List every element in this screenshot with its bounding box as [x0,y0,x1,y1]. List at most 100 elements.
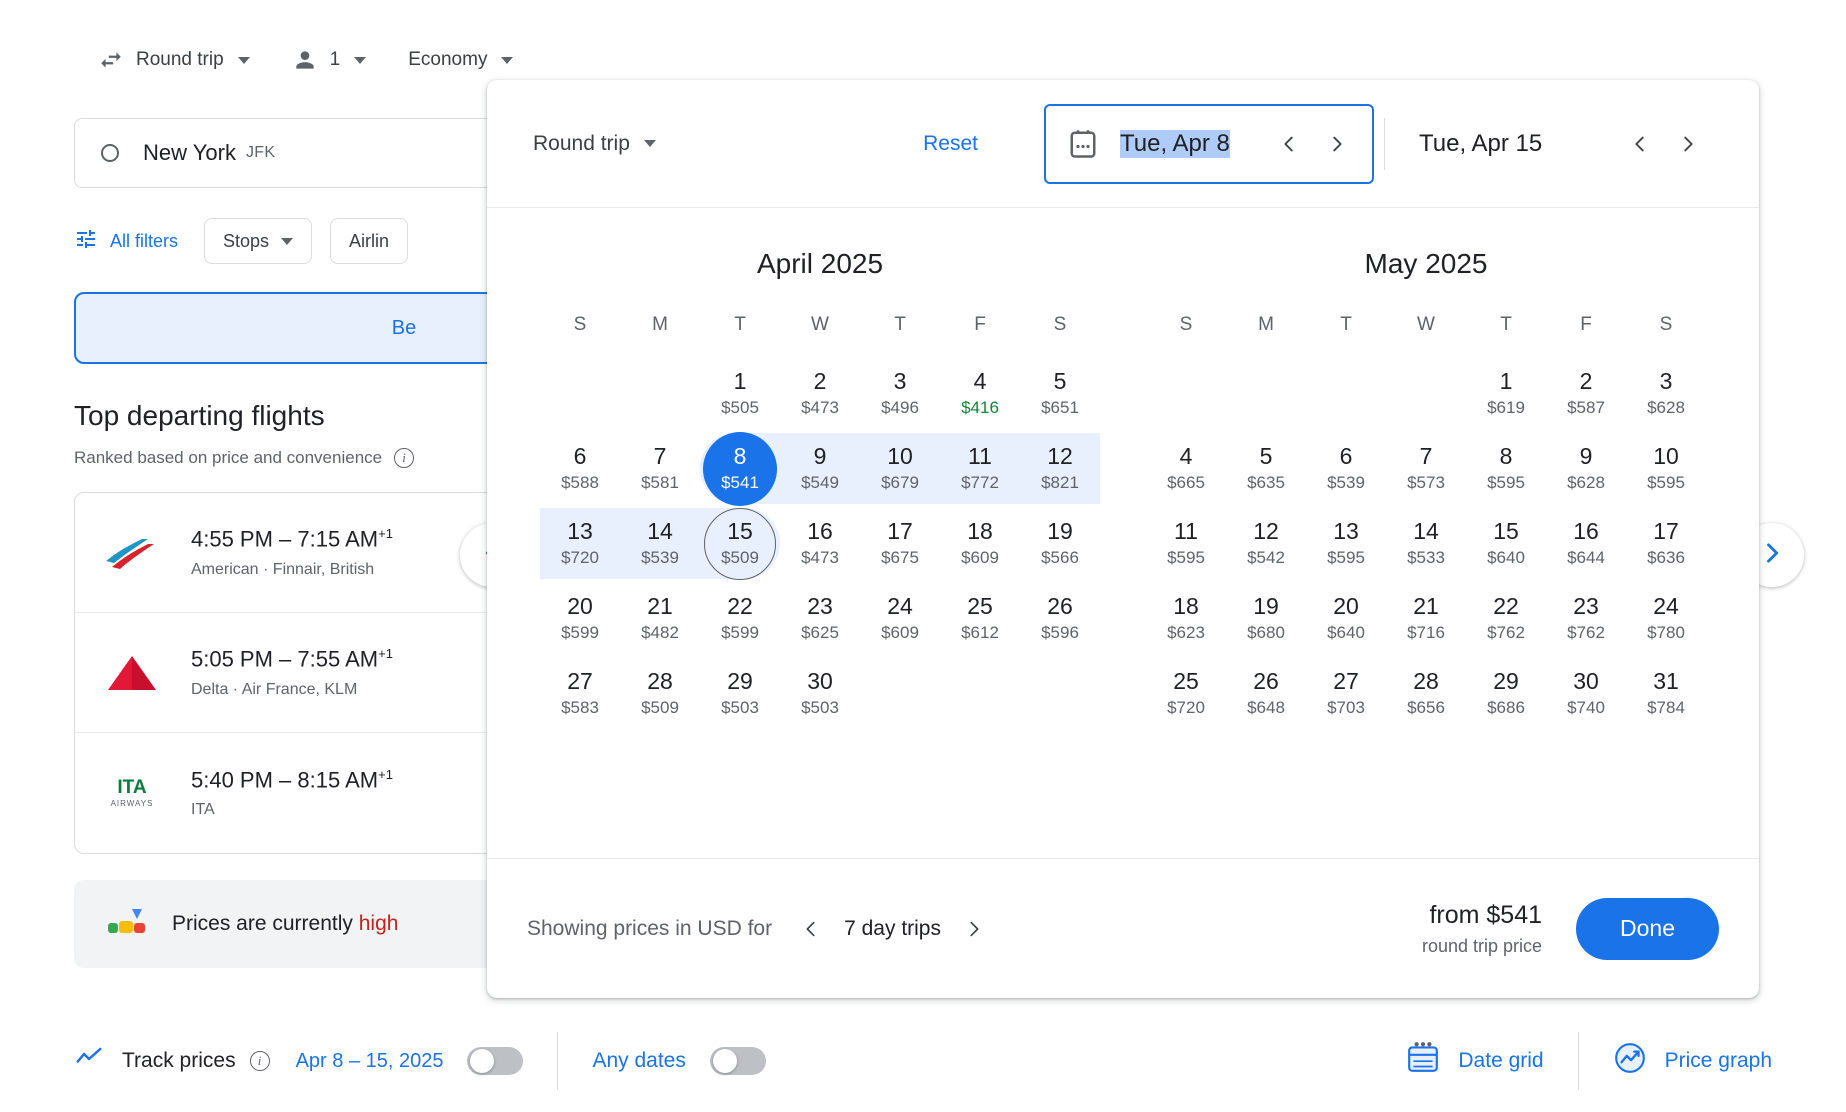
date-grid-button[interactable]: Date grid [1406,1041,1543,1081]
day-cell[interactable]: 11$772 [940,433,1020,504]
day-cell[interactable]: 3$628 [1626,358,1706,429]
day-cell[interactable]: 6$539 [1306,433,1386,504]
day-cell[interactable]: 9$549 [780,433,860,504]
day-cell[interactable]: 23$762 [1546,583,1626,654]
day-cell[interactable]: 8$541 [700,433,780,504]
day-cell[interactable]: 17$675 [860,508,940,579]
day-number: 7 [654,444,667,468]
day-cell[interactable]: 27$583 [540,658,620,729]
day-cell[interactable]: 17$636 [1626,508,1706,579]
day-cell[interactable]: 13$720 [540,508,620,579]
day-cell[interactable]: 5$651 [1020,358,1100,429]
day-cell[interactable]: 13$595 [1306,508,1386,579]
day-cell[interactable]: 19$680 [1226,583,1306,654]
day-cell[interactable]: 26$648 [1226,658,1306,729]
day-cell[interactable]: 29$686 [1466,658,1546,729]
trip-length-next-button[interactable] [957,912,991,946]
day-cell[interactable]: 16$473 [780,508,860,579]
any-dates-toggle[interactable] [710,1047,766,1075]
day-cell[interactable]: 20$599 [540,583,620,654]
stops-filter-chip[interactable]: Stops [204,218,312,264]
day-number: 24 [887,594,913,618]
cabin-class-selector[interactable]: Economy [398,40,523,80]
day-number: 21 [647,594,673,618]
day-cell[interactable]: 21$716 [1386,583,1466,654]
chevron-down-icon [238,57,250,64]
day-cell[interactable]: 2$473 [780,358,860,429]
passengers-selector[interactable]: 1 [282,40,377,80]
day-number: 11 [1174,519,1198,543]
day-cell[interactable]: 25$612 [940,583,1020,654]
flight-carrier: Delta · Air France, KLM [191,681,393,699]
day-cell[interactable]: 3$496 [860,358,940,429]
dialog-trip-type-selector[interactable]: Round trip [521,124,668,164]
date-picker-footer: Showing prices in USD for 7 day trips fr… [487,858,1759,998]
day-cell[interactable]: 30$740 [1546,658,1626,729]
day-cell[interactable]: 8$595 [1466,433,1546,504]
airlines-filter-chip[interactable]: Airlin [330,218,408,264]
day-cell[interactable]: 18$623 [1146,583,1226,654]
day-cell[interactable]: 9$628 [1546,433,1626,504]
weekday-label: S [1020,314,1100,358]
day-cell[interactable]: 22$599 [700,583,780,654]
day-cell[interactable]: 20$640 [1306,583,1386,654]
day-cell[interactable]: 30$503 [780,658,860,729]
day-price: $509 [641,698,679,718]
day-cell[interactable]: 10$595 [1626,433,1706,504]
day-cell[interactable]: 28$656 [1386,658,1466,729]
day-cell[interactable]: 24$609 [860,583,940,654]
day-cell[interactable]: 7$581 [620,433,700,504]
return-next-day-button[interactable] [1671,127,1705,161]
day-cell[interactable]: 12$542 [1226,508,1306,579]
departure-date-field[interactable]: Tue, Apr 8 [1044,104,1374,184]
day-cell[interactable]: 28$509 [620,658,700,729]
day-cell[interactable]: 27$703 [1306,658,1386,729]
trip-type-selector[interactable]: Round trip [88,40,260,80]
day-cell[interactable]: 5$635 [1226,433,1306,504]
day-cell[interactable]: 2$587 [1546,358,1626,429]
american-airlines-logo [101,527,163,579]
day-cell[interactable]: 6$588 [540,433,620,504]
day-number: 12 [1253,519,1279,543]
day-cell[interactable]: 22$762 [1466,583,1546,654]
day-cell[interactable]: 21$482 [620,583,700,654]
return-prev-day-button[interactable] [1623,127,1657,161]
day-number: 27 [567,669,593,693]
info-icon[interactable]: i [394,448,414,468]
info-icon[interactable]: i [250,1051,270,1071]
departure-prev-day-button[interactable] [1272,127,1306,161]
day-cell[interactable]: 10$679 [860,433,940,504]
day-cell[interactable]: 11$595 [1146,508,1226,579]
price-graph-button[interactable]: Price graph [1613,1041,1772,1081]
done-button[interactable]: Done [1576,898,1719,960]
return-date-field[interactable]: Tue, Apr 15 [1395,104,1725,184]
day-cell[interactable]: 23$625 [780,583,860,654]
day-cell[interactable]: 14$539 [620,508,700,579]
day-cell[interactable]: 16$644 [1546,508,1626,579]
day-cell[interactable]: 1$505 [700,358,780,429]
trip-length-prev-button[interactable] [794,912,828,946]
day-cell[interactable]: 7$573 [1386,433,1466,504]
departure-next-day-button[interactable] [1320,127,1354,161]
track-prices-toggle[interactable] [467,1047,523,1075]
day-cell-empty [540,358,620,429]
day-cell[interactable]: 26$596 [1020,583,1100,654]
day-cell[interactable]: 1$619 [1466,358,1546,429]
day-cell[interactable]: 15$640 [1466,508,1546,579]
day-cell[interactable]: 19$566 [1020,508,1100,579]
week-row: 4$6655$6356$5397$5738$5959$62810$595 [1146,433,1706,504]
day-cell[interactable]: 4$416 [940,358,1020,429]
day-cell[interactable]: 31$784 [1626,658,1706,729]
day-cell[interactable]: 29$503 [700,658,780,729]
day-cell[interactable]: 24$780 [1626,583,1706,654]
day-cell[interactable]: 12$821 [1020,433,1100,504]
day-cell[interactable]: 14$533 [1386,508,1466,579]
day-cell[interactable]: 15$509 [700,508,780,579]
stops-filter-label: Stops [223,231,269,252]
day-cell[interactable]: 4$665 [1146,433,1226,504]
day-cell[interactable]: 18$609 [940,508,1020,579]
all-filters-button[interactable]: All filters [74,227,186,256]
day-cell[interactable]: 25$720 [1146,658,1226,729]
weekday-label: T [1306,314,1386,358]
reset-button[interactable]: Reset [909,124,992,164]
